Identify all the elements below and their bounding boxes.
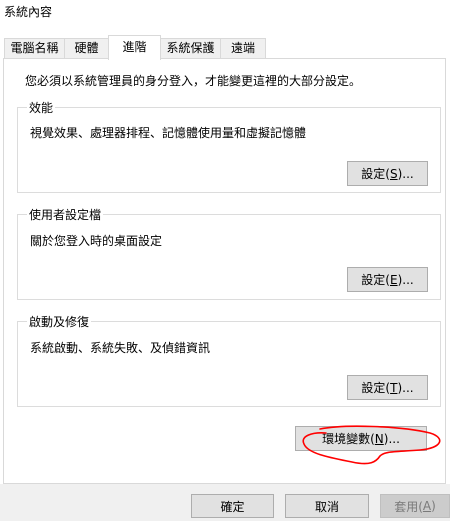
user-profiles-settings-button[interactable]: 設定(E)...: [347, 267, 428, 292]
startup-recovery-title: 啟動及修復: [27, 313, 92, 330]
apply-label: 套用(: [394, 499, 423, 514]
cancel-button[interactable]: 取消: [285, 494, 369, 518]
tab-advanced[interactable]: 進階: [108, 35, 161, 60]
apply-suffix: ): [431, 499, 436, 513]
performance-settings-label: 設定(: [361, 167, 390, 181]
dialog-footer: 確定 取消 套用(A): [0, 484, 450, 521]
performance-description: 視覺效果、處理器排程、記憶體使用量和虛擬記憶體: [30, 126, 307, 140]
performance-title: 效能: [27, 99, 56, 116]
tab-hardware[interactable]: 硬體: [64, 38, 109, 58]
ok-button[interactable]: 確定: [191, 494, 274, 518]
tab-computer-name[interactable]: 電腦名稱: [4, 38, 65, 58]
apply-button[interactable]: 套用(A): [380, 494, 450, 518]
env-vars-accel: N: [374, 431, 384, 446]
user-profiles-title: 使用者設定檔: [27, 206, 104, 223]
admin-notice: 您必須以系統管理員的身分登入，才能變更這裡的大部分設定。: [25, 74, 362, 88]
env-vars-button[interactable]: 環境變數(N)...: [295, 426, 427, 451]
tab-remote[interactable]: 遠端: [220, 38, 266, 58]
performance-settings-suffix: )...: [397, 166, 414, 181]
env-vars-label: 環境變數(: [322, 432, 375, 446]
startup-recovery-settings-accel: T: [390, 380, 398, 395]
window-title: 系統內容: [4, 5, 53, 19]
env-vars-suffix: )...: [383, 431, 400, 446]
startup-recovery-settings-suffix: )...: [397, 380, 414, 395]
performance-settings-button[interactable]: 設定(S)...: [347, 161, 428, 186]
user-profiles-settings-suffix: )...: [397, 272, 414, 287]
user-profiles-group: 使用者設定檔 關於您登入時的桌面設定 設定(E)...: [17, 206, 441, 300]
user-profiles-description: 關於您登入時的桌面設定: [30, 234, 163, 248]
performance-group: 效能 視覺效果、處理器排程、記憶體使用量和虛擬記憶體 設定(S)...: [17, 99, 441, 193]
startup-recovery-group: 啟動及修復 系統啟動、系統失敗、及偵錯資訊 設定(T)...: [17, 313, 441, 407]
performance-settings-accel: S: [389, 166, 398, 181]
apply-accel: A: [422, 499, 432, 513]
startup-recovery-settings-label: 設定(: [361, 381, 391, 395]
title-bar: 系統內容: [0, 0, 450, 30]
user-profiles-settings-accel: E: [389, 272, 398, 287]
user-profiles-settings-label: 設定(: [361, 273, 390, 287]
startup-recovery-description: 系統啟動、系統失敗、及偵錯資訊: [30, 341, 211, 355]
startup-recovery-settings-button[interactable]: 設定(T)...: [347, 375, 428, 400]
tab-system-protection[interactable]: 系統保護: [160, 38, 221, 58]
